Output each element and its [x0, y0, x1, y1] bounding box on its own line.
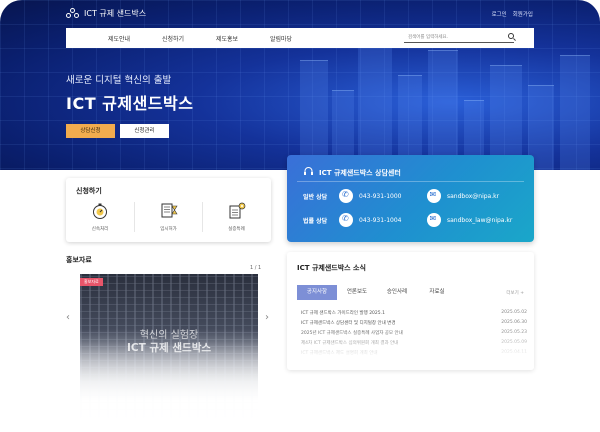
list-item[interactable]: ICT 규제 샌드박스 가이드라인 발행 2025.1 2025.05.02 [301, 310, 527, 320]
mail-icon [427, 213, 441, 227]
consult-row-label: 일반 상담 [303, 193, 328, 201]
apply-item-label: 실증특례 [228, 227, 245, 232]
document-hourglass-icon [160, 202, 178, 220]
promo-banner-image[interactable]: 홍보자료 혁신의 실험장 ICT 규제 샌드박스 [80, 274, 258, 424]
top-links: 로그인 회원가입 [492, 10, 533, 18]
consult-row-legal: 법률 상담 043-931-1004 sandbox_law@nipa.kr [303, 213, 512, 227]
signup-link[interactable]: 회원가입 [513, 10, 533, 18]
nav-item-apply[interactable]: 신청하기 [146, 34, 200, 43]
hero-building [358, 40, 392, 170]
promo-prev-arrow-icon[interactable]: ‹ [66, 312, 70, 323]
hero-subtitle: 새로운 디지털 혁신의 출발 [66, 75, 172, 86]
document-gear-icon [228, 202, 246, 220]
apply-item-regulatory-exemption[interactable]: 실증특례 [202, 202, 270, 232]
consult-header: ICT 규제샌드박스 상담센터 [303, 166, 401, 179]
page: ICT 규제 샌드박스 로그인 회원가입 제도안내 신청하기 제도홍보 알림마당… [0, 0, 600, 432]
promo-headline-sub: ICT 규제 샌드박스 [126, 342, 212, 354]
consult-row-general: 일반 상담 043-931-1000 sandbox@nipa.kr [303, 189, 499, 203]
site-logo[interactable]: ICT 규제 샌드박스 [66, 8, 146, 19]
consult-row-label: 법률 상담 [303, 217, 328, 225]
promo-tag-badge: 홍보자료 [80, 278, 103, 286]
main-navigation: 제도안내 신청하기 제도홍보 알림마당 검색어를 입력하세요. [66, 28, 534, 48]
phone-icon [339, 189, 353, 203]
promo-headline: 혁신의 실험장 [139, 330, 199, 341]
tab-resources[interactable]: 자료실 [417, 285, 457, 300]
tab-press[interactable]: 언론보도 [337, 285, 377, 300]
apply-item-fast-track[interactable]: 신속처리 [66, 202, 134, 232]
consult-center-card: ICT 규제샌드박스 상담센터 일반 상담 043-931-1000 sandb… [287, 155, 534, 242]
search-input[interactable]: 검색어를 입력하세요. [404, 33, 514, 43]
nav-item-system-guide[interactable]: 제도안내 [92, 34, 146, 43]
logo-icon [66, 8, 79, 19]
news-fade-overlay [287, 328, 534, 370]
tab-notice[interactable]: 공지사항 [297, 285, 337, 300]
news-tabs: 공지사항 언론보도 승인사례 자료실 [297, 285, 457, 300]
stopwatch-icon [91, 202, 109, 220]
mail-icon [427, 189, 441, 203]
more-link[interactable]: 더보기 + [506, 290, 524, 296]
promo-pager: 1 / 1 [250, 265, 262, 271]
consult-title: ICT 규제샌드박스 상담센터 [319, 168, 401, 177]
hero-building [560, 55, 590, 170]
hero-title: ICT 규제샌드박스 [66, 94, 194, 113]
login-link[interactable]: 로그인 [492, 10, 507, 18]
consult-phone[interactable]: 043-931-1000 [359, 193, 423, 200]
logo-text: ICT 규제 샌드박스 [84, 9, 147, 18]
apply-item-label: 임시허가 [160, 227, 177, 232]
promo-next-arrow-icon[interactable]: › [265, 312, 269, 323]
consult-apply-button[interactable]: 상담신청 [66, 124, 115, 138]
search-placeholder: 검색어를 입력하세요. [408, 35, 449, 40]
search-icon[interactable] [508, 33, 514, 39]
phone-icon [339, 213, 353, 227]
application-manage-button[interactable]: 신청관리 [120, 124, 169, 138]
headset-icon [303, 166, 314, 179]
nav-item-promotion[interactable]: 제도홍보 [200, 34, 254, 43]
nav-item-notice[interactable]: 알림마당 [254, 34, 308, 43]
consult-email[interactable]: sandbox@nipa.kr [447, 193, 499, 200]
tab-approval-cases[interactable]: 승인사례 [377, 285, 417, 300]
hero-banner: ICT 규제 샌드박스 로그인 회원가입 제도안내 신청하기 제도홍보 알림마당… [0, 0, 600, 170]
apply-item-temporary-permit[interactable]: 임시허가 [134, 202, 202, 232]
news-title: ICT 규제샌드박스 소식 [297, 264, 366, 272]
news-card: ICT 규제샌드박스 소식 공지사항 언론보도 승인사례 자료실 더보기 + I… [287, 252, 534, 370]
apply-card: 신청하기 신속처리 임시허가 실증특례 [66, 178, 271, 242]
consult-email[interactable]: sandbox_law@nipa.kr [447, 217, 512, 224]
hero-building [300, 60, 328, 170]
consult-phone[interactable]: 043-931-1004 [359, 217, 423, 224]
apply-title: 신청하기 [76, 187, 102, 195]
consult-divider [297, 181, 524, 182]
apply-item-label: 신속처리 [91, 227, 109, 232]
promo-title: 홍보자료 [66, 256, 92, 264]
hero-building [428, 50, 458, 170]
